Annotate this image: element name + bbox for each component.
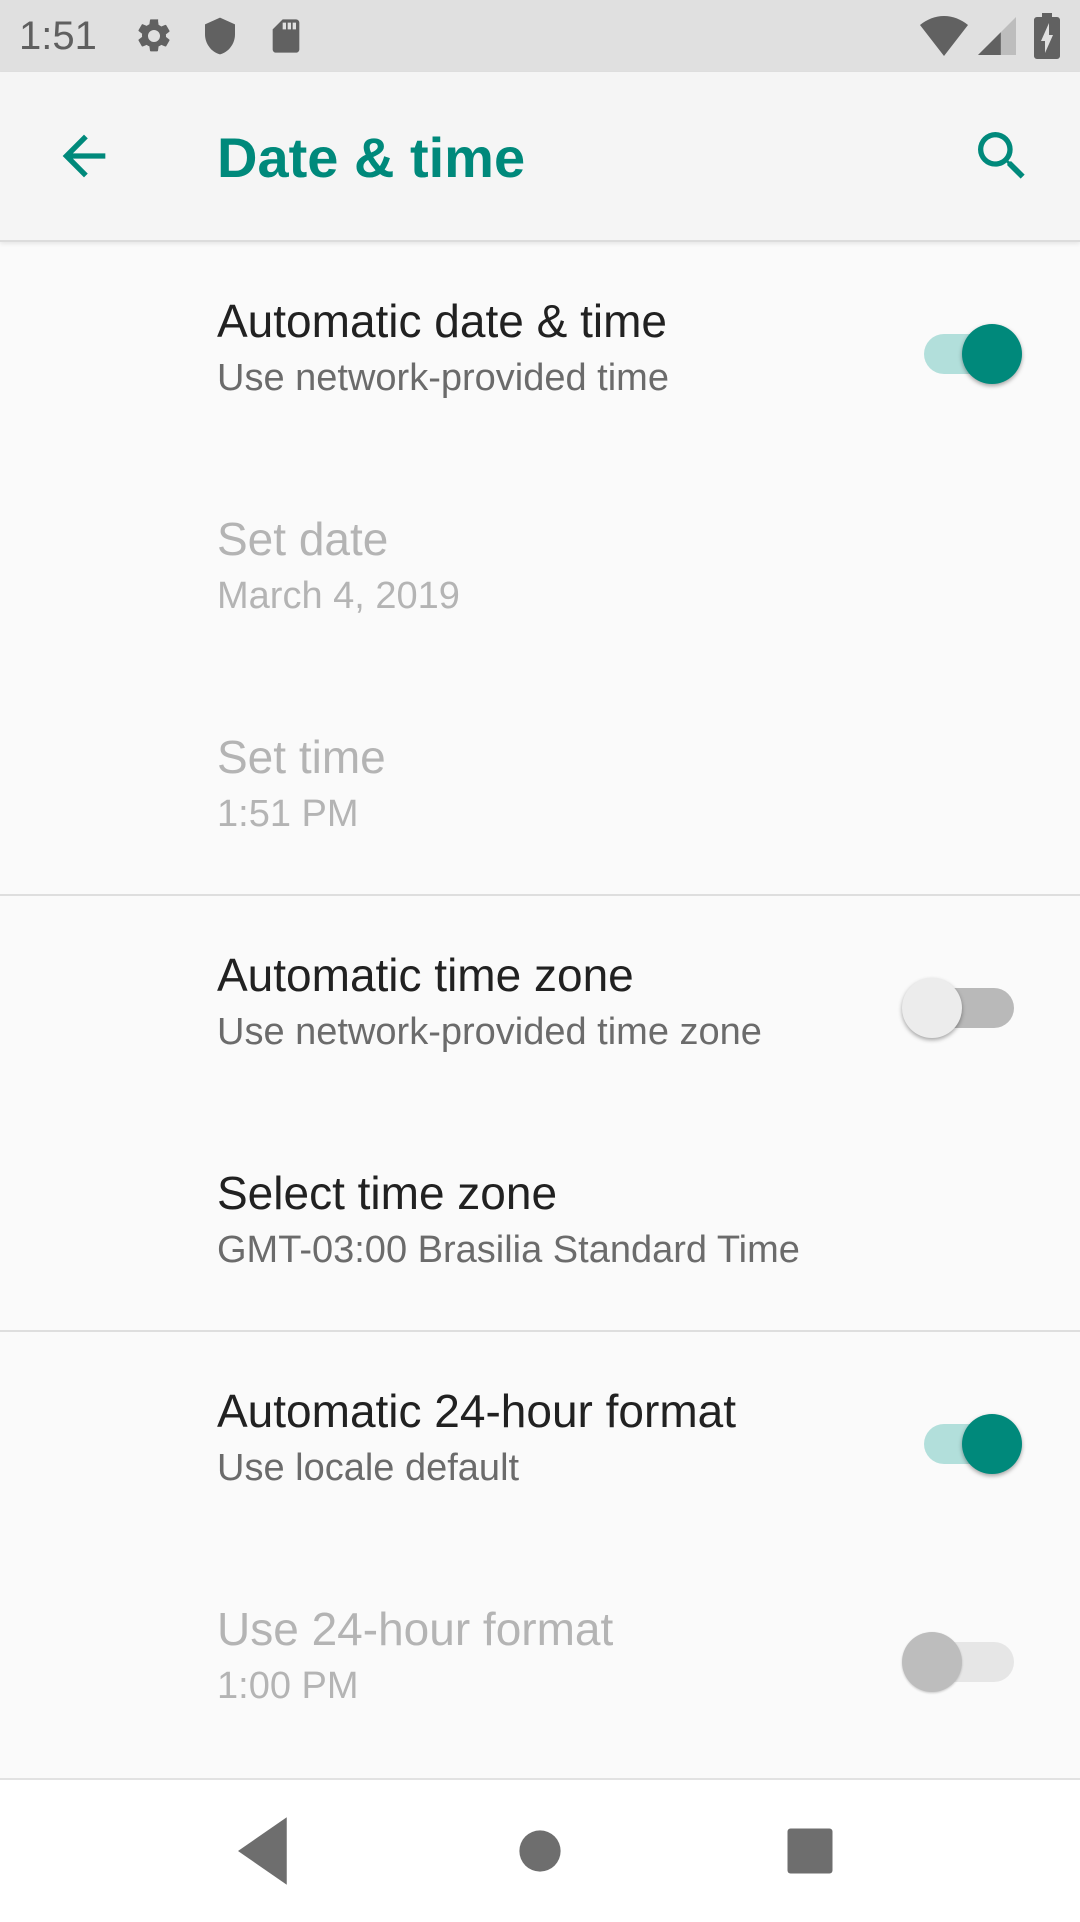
- navigation-bar: [0, 1778, 1080, 1922]
- shield-icon: [205, 17, 235, 55]
- automatic-24-hour-switch[interactable]: [900, 1406, 1030, 1474]
- arrow-back-icon[interactable]: [52, 124, 116, 188]
- pref-title: Select time zone: [217, 1167, 558, 1219]
- pref-title: Set date: [217, 513, 389, 565]
- sd-card-icon: [272, 19, 300, 53]
- pref-summary: 1:00 PM: [217, 1665, 359, 1707]
- status-time: 1:51: [19, 14, 97, 58]
- pref-title: Use 24-hour format: [217, 1603, 614, 1655]
- status-bar: 1:51: [0, 0, 1080, 72]
- use-24-hour-switch[interactable]: [900, 1624, 1030, 1692]
- app-bar: Date & time: [0, 72, 1080, 242]
- pref-select-time-zone[interactable]: Select time zone GMT-03:00 Brasilia Stan…: [0, 1116, 1080, 1334]
- switch-thumb: [902, 1632, 962, 1692]
- pref-summary: Use network-provided time zone: [217, 1011, 762, 1053]
- pref-title: Set time: [217, 731, 386, 783]
- pref-title: Automatic 24-hour format: [217, 1385, 737, 1437]
- switch-thumb: [902, 978, 962, 1038]
- section-divider: [0, 894, 1080, 896]
- wifi-icon: [920, 16, 968, 56]
- cell-signal-icon: [978, 17, 1016, 55]
- settings-gear-icon: [138, 19, 170, 52]
- pref-summary: 1:51 PM: [217, 793, 359, 835]
- section-divider: [0, 1330, 1080, 1332]
- battery-charging-icon: [1034, 13, 1060, 59]
- page-title: Date & time: [217, 126, 526, 189]
- pref-set-time[interactable]: Set time 1:51 PM: [0, 680, 1080, 898]
- automatic-time-zone-switch[interactable]: [900, 970, 1030, 1038]
- pref-set-date[interactable]: Set date March 4, 2019: [0, 462, 1080, 680]
- pref-summary: Use locale default: [217, 1447, 520, 1489]
- pref-summary: March 4, 2019: [217, 575, 460, 617]
- automatic-date-time-switch[interactable]: [900, 316, 1030, 384]
- switch-thumb: [962, 1414, 1022, 1474]
- pref-summary: Use network-provided time: [217, 357, 669, 399]
- recents-square-icon[interactable]: [765, 1806, 855, 1896]
- pref-title: Automatic time zone: [217, 949, 634, 1001]
- switch-thumb: [962, 324, 1022, 384]
- pref-title: Automatic date & time: [217, 295, 667, 347]
- pref-summary: GMT-03:00 Brasilia Standard Time: [217, 1229, 800, 1271]
- search-icon[interactable]: [970, 124, 1034, 188]
- back-triangle-icon[interactable]: [223, 1806, 313, 1896]
- home-circle-icon[interactable]: [495, 1806, 585, 1896]
